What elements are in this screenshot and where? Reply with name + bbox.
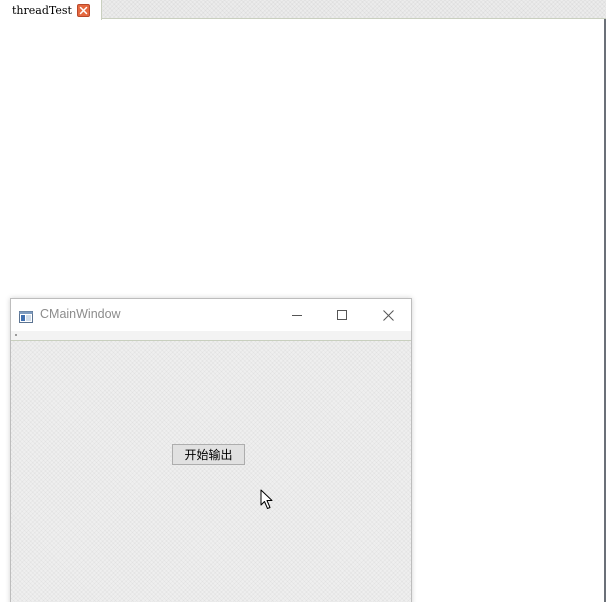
close-button[interactable] — [365, 299, 411, 331]
menu-bar — [11, 331, 411, 341]
window-titlebar[interactable]: CMainWindow — [11, 299, 411, 331]
app-window-icon — [19, 308, 33, 323]
window-title: CMainWindow — [40, 307, 121, 321]
tab-threadtest[interactable]: threadTest — [0, 0, 102, 20]
maximize-button[interactable] — [319, 299, 365, 331]
maximize-icon — [337, 310, 347, 320]
screen: threadTest CMainWindow 开始输出 — [0, 0, 606, 602]
mouse-cursor-icon — [260, 489, 273, 509]
main-window: CMainWindow 开始输出 — [10, 298, 412, 602]
start-output-button[interactable]: 开始输出 — [172, 444, 245, 465]
minimize-icon — [292, 315, 302, 316]
tab-bar: threadTest — [0, 0, 606, 20]
menu-bar-grip — [15, 334, 17, 336]
close-icon — [382, 309, 394, 321]
minimize-button[interactable] — [274, 299, 320, 331]
close-icon[interactable] — [76, 3, 90, 17]
tab-label: threadTest — [12, 3, 72, 17]
